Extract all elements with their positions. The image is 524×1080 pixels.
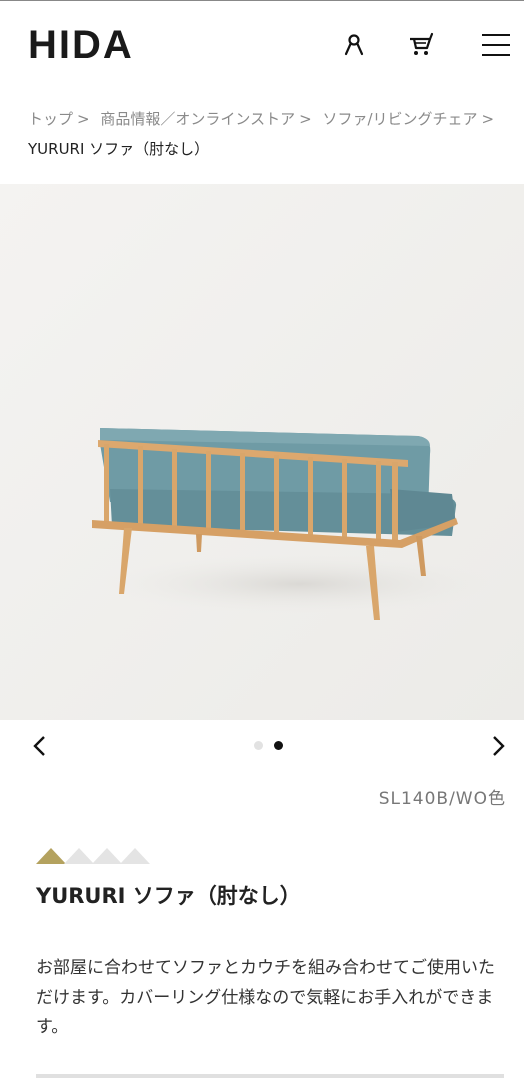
breadcrumb-current: YURURI ソファ（肘なし） [28, 140, 210, 158]
rating-triangle-icon [36, 848, 66, 864]
breadcrumb-category[interactable]: ソファ/リビングチェア [322, 110, 477, 128]
carousel-dot-1[interactable] [254, 741, 263, 750]
breadcrumb-products[interactable]: 商品情報／オンラインストア [100, 110, 295, 128]
hida-logo[interactable]: HIDA [28, 23, 134, 67]
rating-triangle-icon [92, 848, 122, 864]
breadcrumb-separator: > [77, 110, 90, 128]
carousel-dots [254, 741, 283, 750]
breadcrumb-top[interactable]: トップ [28, 110, 73, 128]
rating-indicator [36, 848, 150, 864]
breadcrumb-separator: > [481, 110, 495, 128]
product-image[interactable] [0, 184, 524, 720]
product-title: YURURI ソファ（肘なし） [36, 884, 301, 908]
chevron-right-icon[interactable] [484, 732, 512, 760]
carousel-dot-2[interactable] [274, 741, 283, 750]
divider [36, 1074, 504, 1078]
rating-triangle-icon [64, 848, 94, 864]
breadcrumb: トップ > 商品情報／オンラインストア > ソファ/リビングチェア > YURURI … [28, 104, 508, 164]
menu-icon[interactable] [480, 29, 512, 61]
chevron-left-icon[interactable] [26, 732, 54, 760]
rating-triangle-icon [120, 848, 150, 864]
breadcrumb-separator: > [299, 110, 312, 128]
user-icon[interactable] [340, 29, 372, 61]
product-description: お部屋に合わせてソファとカウチを組み合わせてご使用いただけます。カバーリング仕様… [36, 958, 495, 1037]
variant-code: SL140B/WO色 [378, 789, 506, 809]
carousel-nav [0, 728, 524, 764]
site-header: HIDA [0, 0, 524, 92]
cart-icon[interactable] [404, 29, 436, 61]
